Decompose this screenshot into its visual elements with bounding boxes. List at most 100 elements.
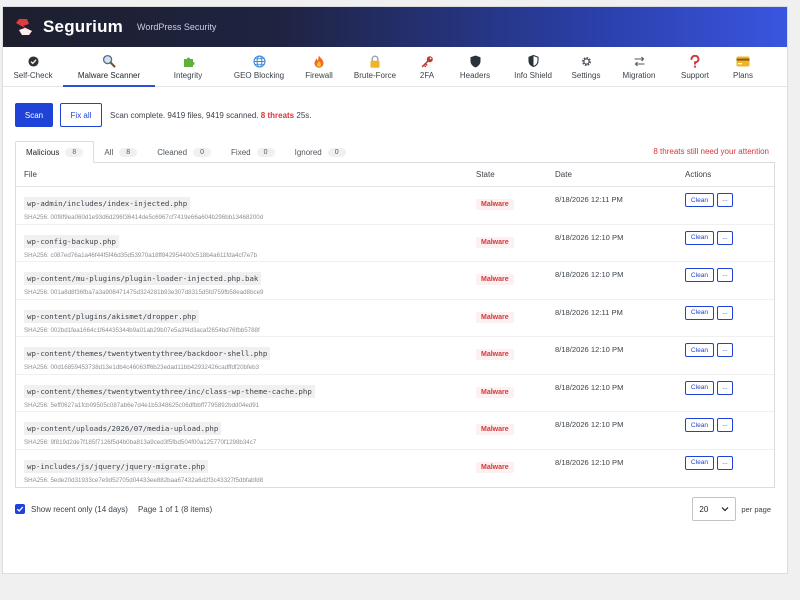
- recent-only-checkbox[interactable]: [15, 504, 25, 514]
- per-page-select[interactable]: 20: [692, 497, 737, 521]
- brand-tagline: WordPress Security: [137, 22, 217, 32]
- per-page-value: 20: [699, 504, 709, 514]
- actions-cell: Clean...: [685, 380, 774, 399]
- clean-button[interactable]: Clean: [685, 268, 714, 282]
- table-row: wp-admin/includes/index-injected.php SHA2…: [16, 187, 774, 225]
- filter-label: Ignored: [294, 147, 322, 157]
- tab-label: 2FA: [419, 71, 435, 80]
- clean-button[interactable]: Clean: [685, 343, 714, 357]
- more-actions-button[interactable]: ...: [717, 193, 733, 207]
- recent-only-label[interactable]: Show recent only (14 days): [31, 505, 128, 514]
- file-path: wp-content/mu-plugins/plugin-loader-inje…: [24, 272, 262, 285]
- filter-ignored[interactable]: Ignored 0: [285, 141, 356, 163]
- results-table: File State Date Actions wp-admin/include…: [15, 162, 775, 488]
- file-path: wp-content/uploads/2026/07/media-upload.…: [24, 422, 222, 435]
- table-footer: Show recent only (14 days) Page 1 of 1 (…: [15, 497, 775, 521]
- more-actions-button[interactable]: ...: [717, 418, 733, 432]
- actions-cell: Clean...: [685, 230, 774, 249]
- more-actions-button[interactable]: ...: [717, 305, 733, 320]
- filter-label: All: [104, 147, 114, 157]
- column-file: File: [24, 170, 37, 179]
- state-cell: Malware: [476, 231, 555, 249]
- state-badge: Malware: [476, 349, 514, 360]
- filter-count: 8: [119, 147, 138, 157]
- state-badge: Malware: [476, 274, 514, 285]
- file-hash: SHA256: 5ede20d31933ce7e9d52705d04433ee8…: [24, 476, 264, 484]
- scan-toolbar: Scan Fix all Scan complete. 9419 files, …: [15, 103, 775, 127]
- chevron-down-icon: [721, 507, 729, 512]
- file-cell: wp-content/themes/twentytwentythree/inc/…: [16, 381, 476, 409]
- tab-label: Headers: [459, 71, 491, 80]
- date-cell: 8/18/2026 12:10 PM: [555, 382, 624, 392]
- clean-button[interactable]: Clean: [685, 193, 714, 207]
- filter-count: 0: [327, 147, 346, 157]
- clean-button[interactable]: Clean: [685, 305, 714, 320]
- main-nav-tabs: Self-Check Malware Scanner Integrity GEO…: [3, 47, 787, 87]
- file-cell: wp-admin/includes/index-injected.php SHA2…: [16, 193, 476, 221]
- scan-button[interactable]: Scan: [15, 103, 53, 127]
- file-hash: SHA256: 00f8f9ea060d1e93d6d296f36414de5c…: [24, 214, 264, 221]
- clean-button[interactable]: Clean: [685, 230, 714, 245]
- date-cell: 8/18/2026 12:10 PM: [555, 457, 624, 467]
- file-hash: SHA256: 9f819d2de7f185f7126f5d4b0ba813a9…: [24, 439, 257, 446]
- flame-icon: [313, 54, 325, 68]
- tab-malware-scanner[interactable]: Malware Scanner: [63, 47, 155, 87]
- state-cell: Malware: [476, 418, 555, 436]
- filter-malicious[interactable]: Malicious 8: [15, 141, 95, 163]
- file-hash: SHA256: 001a8d8f36fba7a3a908471475d32428…: [24, 289, 264, 296]
- tab-label: Info Shield: [514, 71, 552, 80]
- result-filter-tabs: Malicious 8 All 8 Cleaned 0 Fixed 0 Igno…: [15, 141, 775, 163]
- more-actions-button[interactable]: ...: [717, 230, 733, 245]
- filter-fixed[interactable]: Fixed 0: [221, 141, 285, 163]
- tab-settings[interactable]: Settings: [561, 47, 611, 86]
- table-row: wp-config-backup.php SHA256: c087ed76a1a4…: [16, 225, 774, 262]
- tab-2fa[interactable]: 2FA: [409, 47, 445, 86]
- more-actions-button[interactable]: ...: [717, 268, 733, 282]
- state-badge: Malware: [476, 199, 514, 210]
- puzzle-icon: [182, 54, 195, 68]
- tab-support[interactable]: Support: [667, 47, 723, 86]
- tab-migration[interactable]: Migration: [611, 47, 667, 86]
- file-cell: wp-content/plugins/akismet/dropper.php SH…: [16, 306, 476, 334]
- filter-all[interactable]: All 8: [94, 141, 147, 163]
- scan-status: Scan complete. 9419 files, 9419 scanned.…: [110, 111, 312, 120]
- column-state: State: [476, 170, 495, 179]
- file-hash: SHA256: 5eff0627a1fcb09505c087ab6e7d4e1b…: [24, 401, 260, 409]
- tab-info-shield[interactable]: Info Shield: [505, 47, 561, 86]
- more-actions-button[interactable]: ...: [717, 343, 733, 357]
- clean-button[interactable]: Clean: [685, 380, 714, 395]
- table-row: wp-content/plugins/akismet/dropper.php SH…: [16, 300, 774, 337]
- state-cell: Malware: [476, 193, 555, 211]
- checkmark-icon: [16, 506, 24, 512]
- date-cell: 8/18/2026 12:10 PM: [555, 232, 624, 242]
- tab-brute-force[interactable]: Brute-Force: [341, 47, 409, 86]
- per-page-control: 20 per page: [692, 497, 771, 521]
- per-page-label: per page: [741, 504, 771, 514]
- arrows-icon: [633, 54, 646, 68]
- tab-plans[interactable]: Plans: [723, 47, 763, 86]
- plugin-frame: Segurium WordPress Security Self-Check M…: [2, 6, 788, 574]
- file-path: wp-includes/js/jquery/jquery-migrate.php: [24, 459, 208, 473]
- tab-label: Self-Check: [13, 71, 53, 80]
- tab-label: Brute-Force: [353, 71, 397, 80]
- filter-label: Fixed: [231, 147, 251, 157]
- clean-button[interactable]: Clean: [685, 418, 714, 432]
- tab-geo-blocking[interactable]: GEO Blocking: [221, 47, 297, 86]
- tab-label: Support: [680, 71, 710, 80]
- filter-cleaned[interactable]: Cleaned 0: [147, 141, 221, 163]
- tab-firewall[interactable]: Firewall: [297, 47, 341, 86]
- more-actions-button[interactable]: ...: [717, 380, 733, 395]
- file-path: wp-admin/includes/index-injected.php: [24, 197, 191, 210]
- tab-integrity[interactable]: Integrity: [155, 47, 221, 86]
- tab-headers[interactable]: Headers: [445, 47, 505, 86]
- fix-all-button[interactable]: Fix all: [60, 103, 102, 127]
- clean-button[interactable]: Clean: [685, 455, 714, 470]
- attention-notice: 8 threats still need your attention: [653, 147, 769, 156]
- date-cell: 8/18/2026 12:11 PM: [555, 195, 623, 204]
- more-actions-button[interactable]: ...: [717, 455, 733, 470]
- tab-self-check[interactable]: Self-Check: [3, 47, 63, 86]
- state-cell: Malware: [476, 268, 555, 286]
- actions-cell: Clean...: [685, 455, 774, 474]
- file-cell: wp-content/themes/twentytwentythree/back…: [16, 343, 476, 371]
- state-badge: Malware: [476, 311, 514, 323]
